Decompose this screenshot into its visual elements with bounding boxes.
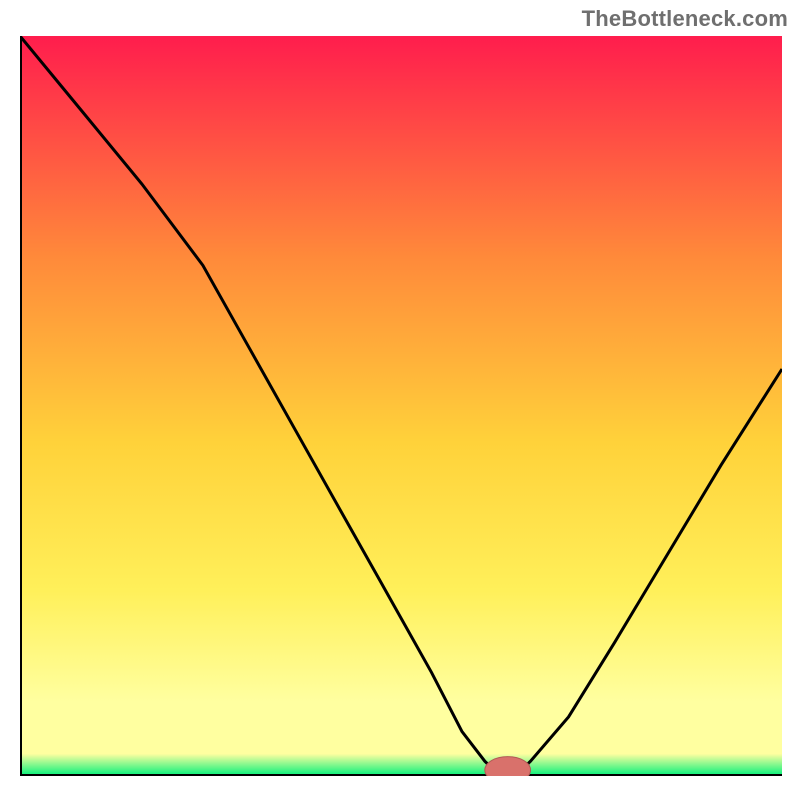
chart-stage: TheBottleneck.com [0, 0, 800, 800]
plot-area [20, 36, 782, 776]
attribution-label: TheBottleneck.com [582, 6, 788, 32]
chart-svg [20, 36, 782, 776]
gradient-background [20, 36, 782, 776]
